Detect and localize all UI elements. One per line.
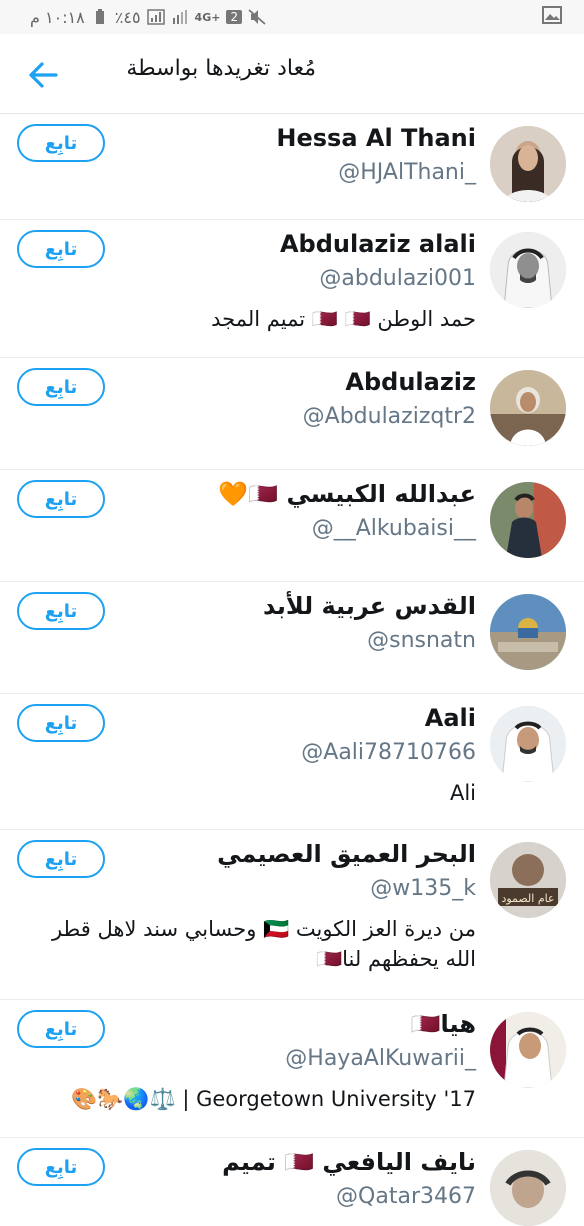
status-time: ١٠:١٨ م — [30, 7, 85, 27]
user-handle: @__Alkubaisi__ — [311, 516, 476, 541]
user-handle: @Aali78710766 — [301, 740, 476, 765]
avatar[interactable] — [490, 482, 566, 558]
avatar[interactable] — [490, 370, 566, 446]
user-handle: @abdulazi001 — [319, 266, 476, 291]
network-type: 4G+ — [194, 10, 221, 24]
user-handle: @Qatar3467 — [336, 1184, 476, 1209]
user-bio: Ali — [449, 781, 476, 805]
list-item[interactable]: القدس عربية للأبد @snsnatn تابِع — [0, 582, 584, 694]
follow-button[interactable]: تابِع — [17, 230, 105, 268]
user-bio: Georgetown University '17 | ⚖️🌏🐎🎨 — [71, 1087, 476, 1111]
avatar[interactable] — [490, 594, 566, 670]
follow-button[interactable]: تابِع — [17, 368, 105, 406]
follow-button[interactable]: تابِع — [17, 124, 105, 162]
battery-icon — [91, 9, 109, 25]
page-title: مُعاد تغريدها بواسطة — [126, 56, 316, 81]
user-name: هيا🇶🇦 — [410, 1010, 476, 1038]
mute-icon — [248, 9, 266, 25]
list-item[interactable]: Aali @Aali78710766 Ali تابِع — [0, 694, 584, 830]
avatar[interactable] — [490, 1150, 566, 1226]
follow-button[interactable]: تابِع — [17, 840, 105, 878]
follow-button[interactable]: تابِع — [17, 480, 105, 518]
signal-icon — [146, 9, 165, 25]
list-item[interactable]: Abdulaziz @Abdulazizqtr2 تابِع — [0, 358, 584, 470]
user-name: البحر العميق العصيمي — [217, 840, 476, 868]
sim-badge: 2 — [226, 10, 243, 24]
user-bio: من ديرة العز الكويت 🇰🇼 وحسابي سند لاهل ق… — [51, 917, 476, 971]
list-item[interactable]: هيا🇶🇦 @HayaAlKuwarii_ Georgetown Univers… — [0, 1000, 584, 1138]
list-item[interactable]: عبدالله الكبيسي 🇶🇦🧡 @__Alkubaisi__ تابِع — [0, 470, 584, 582]
signal-bars-icon — [171, 9, 189, 25]
list-item[interactable]: نايف اليافعي 🇶🇦 تميم @Qatar3467 تابِع — [0, 1138, 584, 1226]
list-item[interactable]: Abdulaziz alali @abdulazi001 حمد الوطن 🇶… — [0, 220, 584, 358]
battery-percent: ٪٤٥ — [114, 7, 141, 27]
avatar[interactable] — [490, 232, 566, 308]
user-bio: حمد الوطن 🇶🇦 🇶🇦 تميم المجد — [211, 307, 476, 331]
list-item[interactable]: عام الصمود البحر العميق العصيمي @w135_k … — [0, 830, 584, 1000]
user-name: Hessa Al Thani — [276, 124, 476, 152]
status-bar: ١٠:١٨ م ٪٤٥ 4G+ 2 — [0, 0, 584, 34]
avatar[interactable] — [490, 706, 566, 782]
status-left: ١٠:١٨ م ٪٤٥ 4G+ 2 — [30, 8, 266, 27]
user-name: نايف اليافعي 🇶🇦 تميم — [222, 1148, 476, 1176]
follow-button[interactable]: تابِع — [17, 592, 105, 630]
user-name: Abdulaziz alali — [279, 230, 476, 258]
app-bar: مُعاد تغريدها بواسطة — [0, 34, 584, 114]
avatar[interactable]: عام الصمود — [490, 842, 566, 918]
follow-button[interactable]: تابِع — [17, 704, 105, 742]
user-handle: @HayaAlKuwarii_ — [285, 1046, 476, 1071]
avatar[interactable] — [490, 1012, 566, 1088]
user-handle: @Abdulazizqtr2 — [302, 404, 476, 429]
follow-button[interactable]: تابِع — [17, 1148, 105, 1186]
avatar[interactable] — [490, 126, 566, 202]
user-name: Abdulaziz — [345, 368, 476, 396]
follow-button[interactable]: تابِع — [17, 1010, 105, 1048]
list-item[interactable]: Hessa Al Thani @HJAlThani_ تابِع — [0, 114, 584, 220]
svg-text:عام الصمود: عام الصمود — [501, 892, 554, 905]
back-arrow-icon[interactable] — [26, 58, 60, 92]
image-notification-icon — [542, 6, 562, 28]
user-name: القدس عربية للأبد — [263, 592, 476, 620]
user-name: Aali — [424, 704, 476, 732]
user-handle: @snsnatn — [367, 628, 476, 653]
user-handle: @w135_k — [370, 876, 476, 901]
user-list: Hessa Al Thani @HJAlThani_ تابِع Abdulaz… — [0, 114, 584, 1226]
user-name: عبدالله الكبيسي 🇶🇦🧡 — [218, 480, 476, 508]
user-handle: @HJAlThani_ — [338, 160, 476, 185]
